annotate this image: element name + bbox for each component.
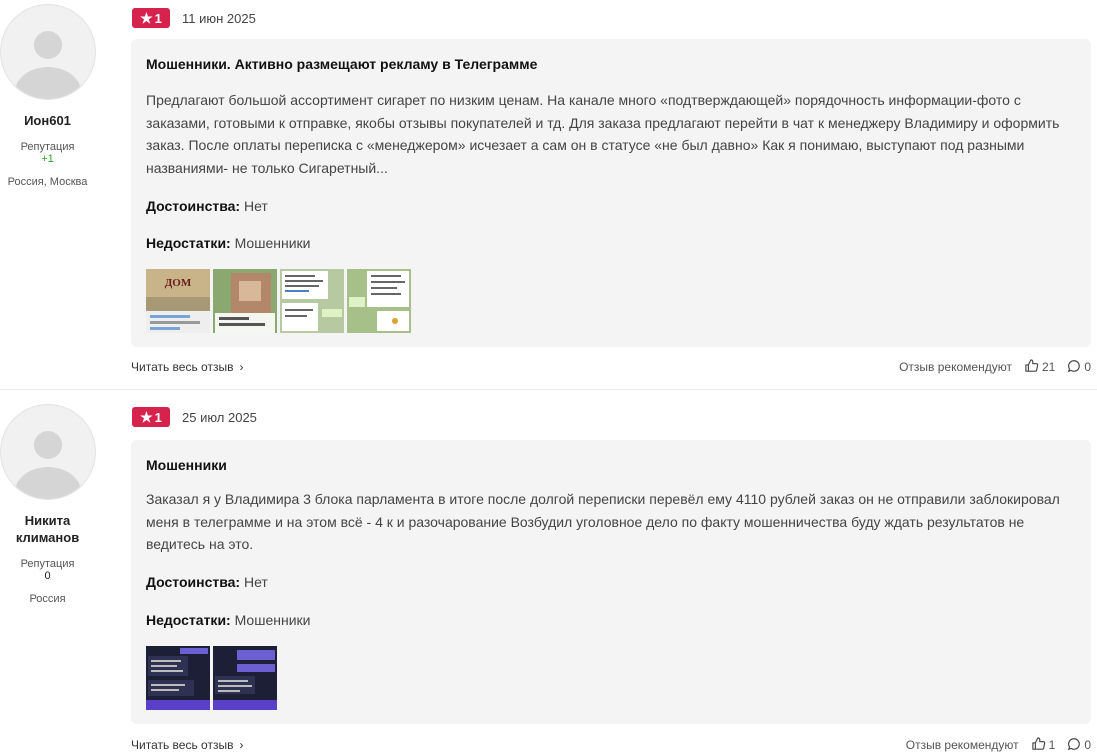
cons-label: Недостатки: [146, 235, 231, 251]
review-stats: Отзыв рекомендуют 21 0 [899, 358, 1091, 376]
pros: Достоинства: Нет [146, 574, 268, 590]
photo-gallery [146, 646, 277, 710]
rating-badge: ★ 1 [132, 407, 170, 427]
author-block: Ион601 Репутация +1 Россия, Москва [0, 4, 96, 188]
thumb-up-icon[interactable] [1024, 358, 1039, 376]
pros-label: Достоинства: [146, 574, 241, 590]
author-name[interactable]: Никита климанов [8, 512, 88, 546]
review-card: Мошенники. Активно размещают рекламу в Т… [131, 39, 1091, 347]
avatar[interactable] [0, 404, 96, 500]
review-photo[interactable] [347, 269, 411, 333]
chevron-right-icon: › [239, 738, 244, 752]
review-title[interactable]: Мошенники [146, 457, 227, 473]
review-title[interactable]: Мошенники. Активно размещают рекламу в Т… [146, 56, 537, 72]
author-block: Никита климанов Репутация 0 Россия [0, 404, 96, 605]
author-location: Россия, Москва [7, 176, 88, 188]
likes-count: 21 [1041, 360, 1056, 374]
review-meta: ★ 1 11 июн 2025 [132, 7, 256, 29]
pros: Достоинства: Нет [146, 198, 268, 214]
review-text: Предлагают большой ассортимент сигарет п… [146, 92, 1060, 176]
recommend-label: Отзыв рекомендуют [899, 360, 1012, 374]
cons-value: Мошенники [234, 235, 311, 251]
reputation-value: 0 [44, 570, 51, 582]
read-more-link[interactable]: Читать весь отзыв › [131, 738, 243, 752]
author-location: Россия [29, 593, 66, 605]
reputation-value: +1 [41, 153, 54, 165]
comments-count: 0 [1084, 360, 1091, 374]
pros-label: Достоинства: [146, 198, 241, 214]
review-photo[interactable] [146, 646, 210, 710]
pros-value: Нет [244, 198, 268, 214]
avatar[interactable] [0, 4, 96, 100]
review-date: 11 июн 2025 [182, 10, 256, 26]
cons-value: Мошенники [234, 612, 311, 628]
svg-text:ДОМ: ДОМ [165, 277, 192, 289]
rating-value: 1 [154, 10, 162, 26]
chevron-right-icon: › [239, 360, 244, 374]
star-icon: ★ [140, 9, 153, 26]
review-photo[interactable] [280, 269, 344, 333]
review-item: Никита климанов Репутация 0 Россия ★ 1 2… [0, 392, 1097, 755]
likes-count: 1 [1048, 738, 1056, 752]
comments-count: 0 [1084, 738, 1091, 752]
cons: Недостатки: Мошенники [146, 612, 310, 628]
rating-badge: ★ 1 [132, 8, 170, 28]
review-footer: Читать весь отзыв › Отзыв рекомендуют 21 … [131, 357, 1091, 377]
comment-icon[interactable] [1067, 737, 1081, 754]
photo-gallery: ДОМ [146, 269, 411, 333]
cons: Недостатки: Мошенники [146, 235, 310, 251]
rating-value: 1 [154, 409, 162, 425]
review-date: 25 июл 2025 [182, 409, 257, 425]
star-icon: ★ [140, 408, 153, 425]
cons-label: Недостатки: [146, 612, 231, 628]
comment-icon[interactable] [1067, 359, 1081, 376]
reputation-label: Репутация [20, 141, 75, 153]
divider [0, 389, 1097, 390]
review-footer: Читать весь отзыв › Отзыв рекомендуют 1 0 [131, 735, 1091, 755]
review-photo[interactable] [213, 646, 277, 710]
reputation-label: Репутация [20, 558, 75, 570]
author-name[interactable]: Ион601 [0, 112, 95, 129]
pros-value: Нет [244, 574, 268, 590]
thumb-up-icon[interactable] [1031, 736, 1046, 754]
read-more-link[interactable]: Читать весь отзыв › [131, 360, 243, 374]
review-text: Заказал я у Владимира 3 блока парламента… [146, 491, 1060, 552]
review-item: Ион601 Репутация +1 Россия, Москва ★ 1 1… [0, 0, 1097, 390]
review-meta: ★ 1 25 июл 2025 [132, 406, 257, 428]
review-card: Мошенники Заказал я у Владимира 3 блока … [131, 440, 1091, 724]
recommend-label: Отзыв рекомендуют [905, 738, 1019, 752]
review-photo[interactable] [213, 269, 277, 333]
review-photo[interactable]: ДОМ [146, 269, 210, 333]
review-stats: Отзыв рекомендуют 1 0 [906, 736, 1091, 754]
